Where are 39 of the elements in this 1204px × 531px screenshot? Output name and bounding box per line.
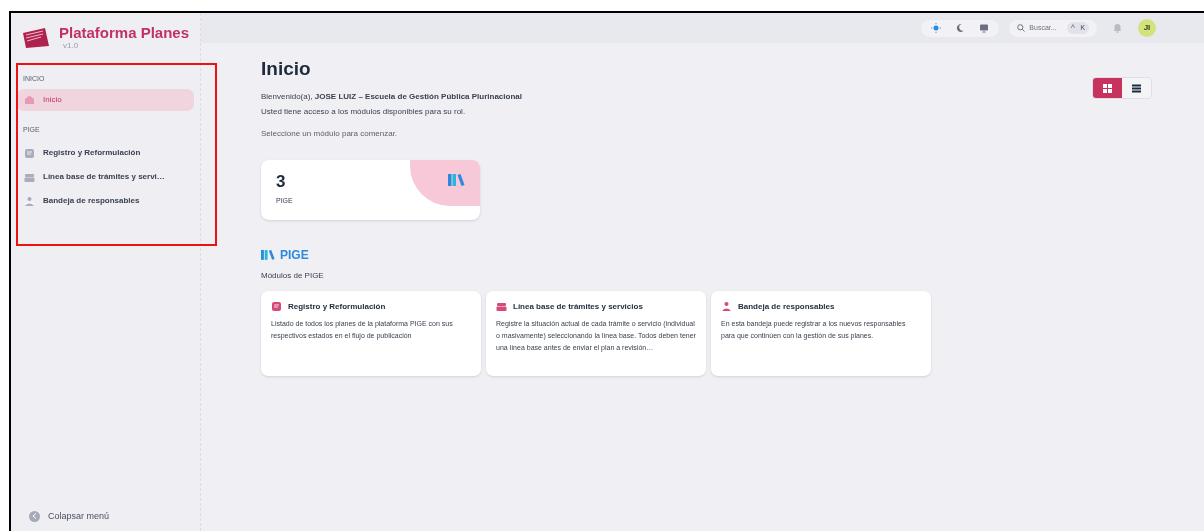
welcome-text: Bienvenido(a), JOSE LUIZ – Escuela de Gestión Pública Plurinacional <box>261 90 522 103</box>
people-icon <box>24 195 35 207</box>
module-card[interactable] <box>486 290 706 376</box>
access-text: Usted tiene acceso a los módulos disponibles para su rol. <box>261 105 467 118</box>
module-title: Bandeja de responsables <box>738 300 835 313</box>
module-title: Registro y Reformulación <box>288 300 386 313</box>
prompt-text: Seleccione un módulo para comenzar. <box>261 127 399 140</box>
module-title: Línea base de trámites y servicios <box>513 300 643 313</box>
grid-icon <box>1103 83 1112 93</box>
list-icon <box>1132 83 1141 93</box>
stat-value: 3 <box>276 170 286 192</box>
home-icon <box>24 94 35 105</box>
chevron-left-icon <box>29 510 40 522</box>
people-icon <box>721 301 732 313</box>
document-icon <box>271 301 282 313</box>
search-icon <box>1017 24 1026 32</box>
shortcut-key: ^ K <box>1066 22 1089 34</box>
nav-item[interactable]: Inicio <box>17 88 194 111</box>
page-title: Inicio <box>261 57 312 81</box>
nav-item[interactable]: Línea base de trámites y servi… <box>17 165 194 189</box>
document-icon <box>24 147 35 159</box>
nav-item[interactable]: Registro y Reformulación <box>17 141 194 165</box>
tray-icon <box>24 171 35 183</box>
list-view-button[interactable] <box>1122 78 1151 98</box>
app-title: Plataforma Planes <box>59 25 190 40</box>
user-avatar[interactable]: JI <box>1138 19 1156 37</box>
version-label: v1.0 <box>63 42 80 50</box>
book-logo-icon <box>21 26 51 49</box>
tray-icon <box>496 301 507 313</box>
grid-view-button[interactable] <box>1093 78 1122 98</box>
section-title: PIGE <box>280 246 309 264</box>
nav-item[interactable]: Bandeja de responsables <box>17 189 194 213</box>
books-icon <box>448 172 465 186</box>
collapse-button[interactable]: Colapsar menú <box>29 509 110 523</box>
books-icon <box>261 249 275 261</box>
sun-icon[interactable] <box>931 23 942 33</box>
monitor-icon[interactable] <box>979 23 990 33</box>
section-subtitle: Módulos de PIGE <box>261 269 325 282</box>
moon-icon[interactable] <box>955 23 966 33</box>
